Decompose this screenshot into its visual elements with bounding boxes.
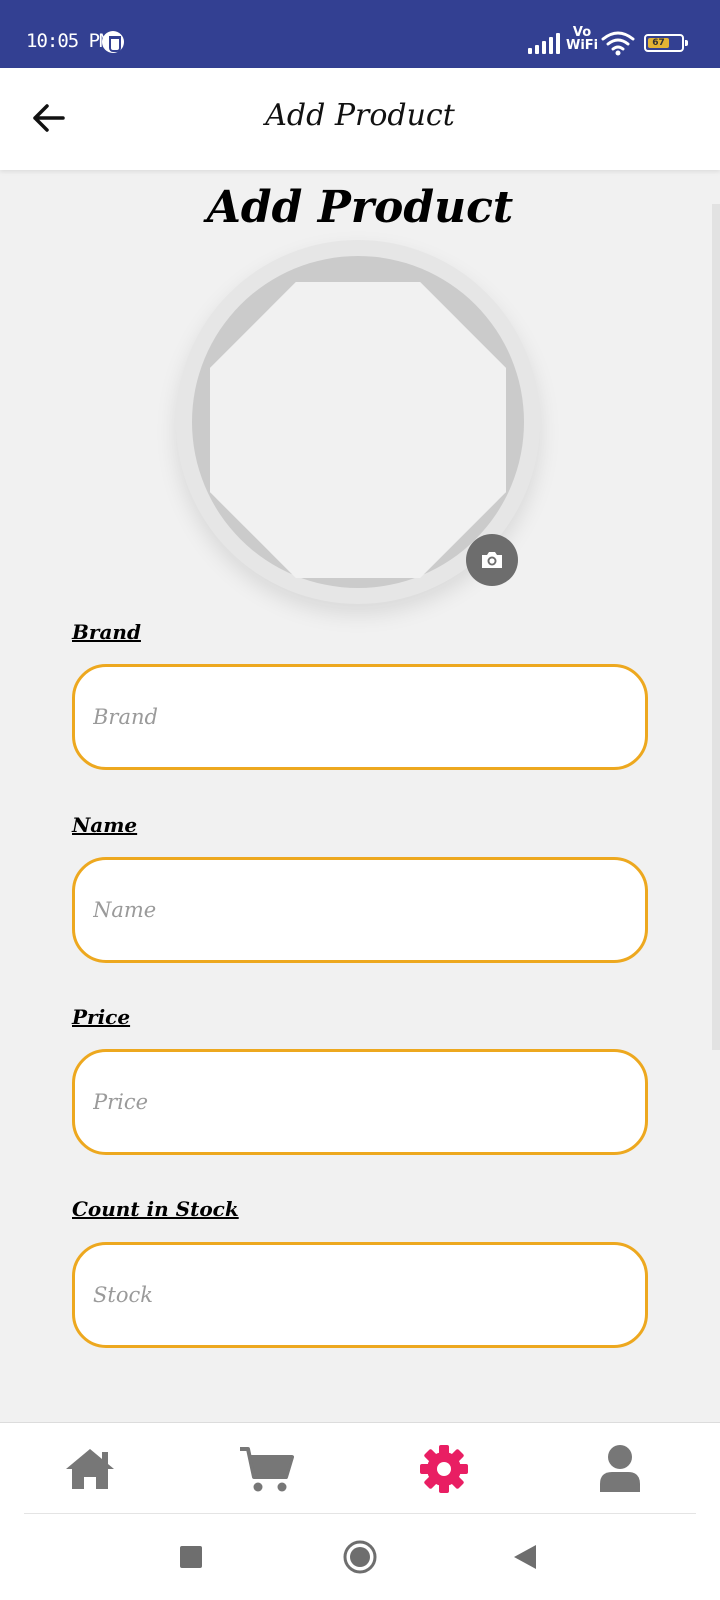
back-triangle-icon <box>514 1545 536 1569</box>
cart-icon <box>240 1447 294 1492</box>
user-icon <box>600 1445 640 1492</box>
wifi-icon <box>601 31 635 56</box>
add-product-form[interactable]: Add Product Brand Name Price Count in St… <box>0 170 720 1422</box>
name-label: Name <box>72 813 138 837</box>
brand-label: Brand <box>72 620 141 644</box>
price-label: Price <box>72 1005 131 1029</box>
signal-icon <box>528 32 562 54</box>
price-input[interactable] <box>72 1049 648 1155</box>
camera-icon <box>482 552 502 568</box>
nav-home[interactable] <box>60 1439 120 1499</box>
nav-cart[interactable] <box>236 1439 296 1499</box>
recents-square-icon <box>180 1546 202 1568</box>
name-input[interactable] <box>72 857 648 963</box>
nav-profile[interactable] <box>590 1439 650 1499</box>
system-back-button[interactable] <box>500 1532 550 1582</box>
recents-button[interactable] <box>166 1532 216 1582</box>
battery-icon: 67 <box>644 34 688 52</box>
product-image-frame <box>192 256 524 588</box>
home-circle-icon <box>343 1540 377 1574</box>
nav-settings[interactable] <box>414 1439 474 1499</box>
page-heading: Add Product <box>206 182 514 233</box>
home-button[interactable] <box>335 1532 385 1582</box>
home-icon <box>66 1449 114 1489</box>
vowifi-bottom: WiFi <box>566 38 599 53</box>
vowifi-indicator: Vo WiFi <box>566 26 598 52</box>
product-image-placeholder <box>210 282 506 578</box>
status-bar: 10:05 PM Vo WiFi 67 <box>0 0 720 68</box>
app-bar: Add Product <box>0 68 720 170</box>
battery-level: 67 <box>648 38 669 48</box>
app-bar-title: Add Product <box>265 98 455 133</box>
camera-button[interactable] <box>466 534 518 586</box>
stock-label: Count in Stock <box>72 1197 239 1221</box>
scrollbar[interactable] <box>712 204 720 1050</box>
bottom-nav <box>0 1422 720 1514</box>
system-nav <box>0 1514 720 1600</box>
brand-input[interactable] <box>72 664 648 770</box>
app-notification-icon <box>102 31 124 53</box>
status-time: 10:05 PM <box>26 30 111 52</box>
stock-input[interactable] <box>72 1242 648 1348</box>
gear-icon <box>420 1445 468 1493</box>
